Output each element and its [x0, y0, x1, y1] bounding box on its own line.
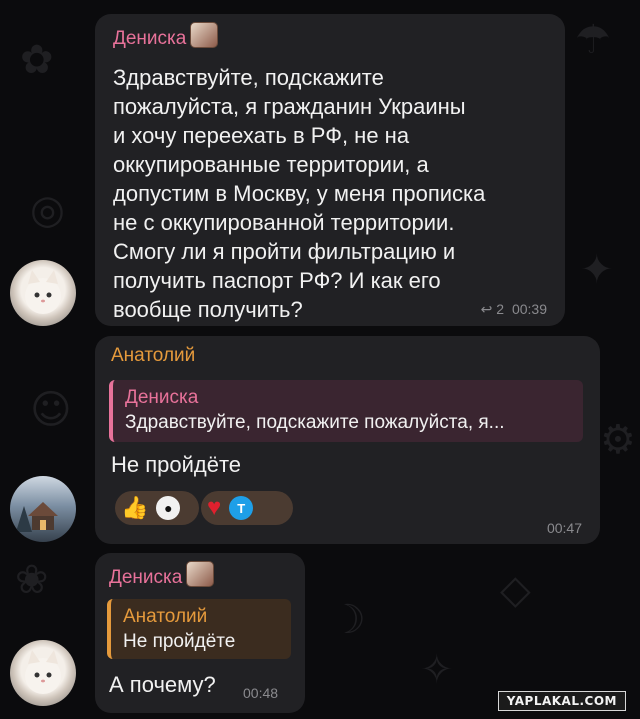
reply-quote[interactable]: Анатолий Не пройдёте [107, 599, 291, 659]
message-time: 00:47 [546, 520, 582, 536]
message-meta[interactable]: ↩ 2 00:39 [481, 301, 547, 318]
message-text: Здравствуйте, подскажите пожалуйста, я г… [113, 65, 486, 322]
custom-emoji-icon [190, 22, 219, 48]
background-doodle: ◎ [30, 187, 65, 233]
quoted-text: Не пройдёте [123, 631, 236, 652]
message-text: Не пройдёте [111, 452, 242, 477]
background-doodle: ✧ [420, 647, 454, 693]
avatar[interactable] [10, 640, 76, 706]
background-doodle: ❀ [15, 557, 49, 603]
message-bubble[interactable]: Дениска Анатолий Не пройдёте А почему? 0… [95, 553, 305, 713]
cat-avatar-icon [25, 650, 61, 694]
winter-house-avatar-icon [16, 502, 58, 532]
message-time: 00:48 [243, 685, 279, 701]
message-bubble[interactable]: Дениска Здравствуйте, подскажите пожалуй… [95, 14, 565, 326]
reply-count: 2 [496, 301, 505, 317]
watermark: YAPLAKAL.COM [497, 691, 626, 711]
reactor-avatar-icon: ● [156, 496, 181, 520]
reply-quote[interactable]: Дениска Здравствуйте, подскажите пожалуй… [109, 380, 583, 442]
thumbs-up-icon: 👍 [121, 495, 149, 520]
quoted-sender: Дениска [125, 387, 199, 408]
reaction-heart[interactable]: ♥ T [201, 491, 293, 525]
reaction-thumbs-up[interactable]: 👍 ● [115, 491, 199, 525]
quoted-text: Здравствуйте, подскажите пожалуйста, я..… [125, 412, 505, 433]
cat-avatar-icon [25, 270, 61, 314]
reactor-avatar-icon: T [229, 496, 254, 520]
avatar[interactable] [10, 476, 76, 542]
background-doodle: ☂ [575, 17, 611, 63]
message-time: 00:39 [511, 301, 547, 317]
avatar[interactable] [10, 260, 76, 326]
message-bubble[interactable]: Анатолий Дениска Здравствуйте, подскажит… [95, 336, 600, 544]
background-doodle: ◇ [500, 567, 531, 613]
sender-name[interactable]: Дениска [113, 22, 547, 51]
custom-emoji-icon [186, 561, 215, 587]
message-text: А почему? [109, 672, 216, 697]
background-doodle: ☺ [30, 387, 72, 433]
reply-arrow-icon: ↩ [480, 301, 493, 317]
background-doodle: ⚙ [600, 417, 636, 463]
background-doodle: ✦ [580, 247, 614, 293]
sender-name[interactable]: Дениска [109, 561, 291, 590]
background-doodle: ✿ [20, 37, 54, 83]
quoted-sender: Анатолий [123, 606, 208, 627]
sender-name[interactable]: Анатолий [111, 344, 584, 368]
heart-icon: ♥ [207, 494, 222, 521]
background-doodle: ☽ [330, 597, 366, 643]
